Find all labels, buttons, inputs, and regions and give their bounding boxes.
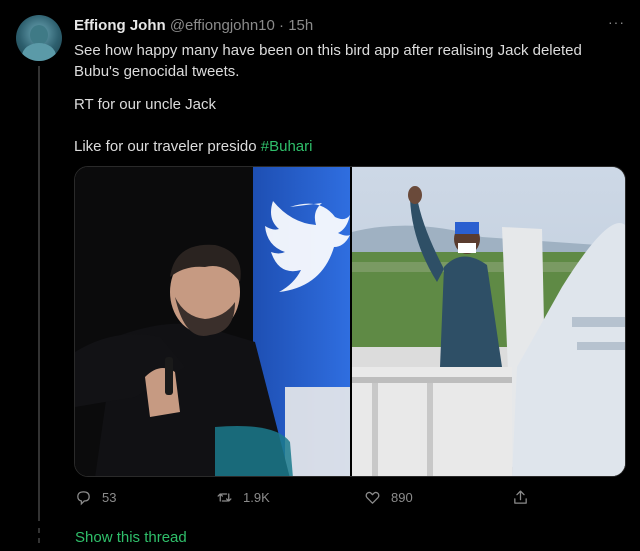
thread-line: [38, 66, 40, 521]
tweet-timestamp[interactable]: 15h: [288, 17, 313, 34]
show-thread-link[interactable]: Show this thread: [75, 529, 187, 546]
author-name[interactable]: Effiong John: [74, 17, 166, 34]
author-handle[interactable]: @effiongjohn10: [170, 17, 275, 34]
retweet-count: 1.9K: [243, 490, 270, 505]
retweet-icon: [217, 493, 232, 502]
avatar[interactable]: [16, 15, 62, 61]
photo-man-waving-at-plane[interactable]: [352, 167, 625, 476]
share-action[interactable]: [512, 489, 529, 506]
avatar-body: [22, 43, 56, 61]
tweet-text-line: RT for our uncle Jack: [74, 96, 217, 113]
hashtag-link[interactable]: #Buhari: [261, 138, 313, 155]
thread-line-dot: [38, 538, 40, 543]
more-options-icon[interactable]: ···: [608, 14, 625, 30]
header-separator: ·: [279, 17, 285, 34]
heart-icon: [365, 491, 380, 504]
thread-line-dot: [38, 528, 40, 533]
tweet-text-line: See how happy many have been on this bir…: [74, 42, 582, 80]
tweet-actions: 53 1.9K 890: [0, 489, 640, 509]
reply-action[interactable]: 53: [75, 489, 116, 506]
share-icon: [514, 490, 527, 504]
reply-count: 53: [102, 490, 117, 505]
photo-right-illustration: [352, 167, 625, 476]
like-count: 890: [391, 490, 413, 505]
tweet-media[interactable]: [74, 166, 626, 477]
tweet-text-segment: Like for our traveler presido: [74, 138, 261, 155]
avatar-face: [30, 25, 48, 45]
photo-man-with-microphone[interactable]: [75, 167, 350, 476]
reply-icon: [77, 491, 90, 506]
photo-left-illustration: [75, 167, 350, 476]
tweet-header: Effiong John @effiongjohn10 · 15h: [74, 17, 313, 34]
tweet-text-line: Like for our traveler presido #Buhari: [74, 136, 629, 157]
tweet-body: See how happy many have been on this bir…: [74, 40, 629, 178]
like-action[interactable]: 890: [364, 489, 413, 506]
retweet-action[interactable]: 1.9K: [216, 489, 270, 506]
